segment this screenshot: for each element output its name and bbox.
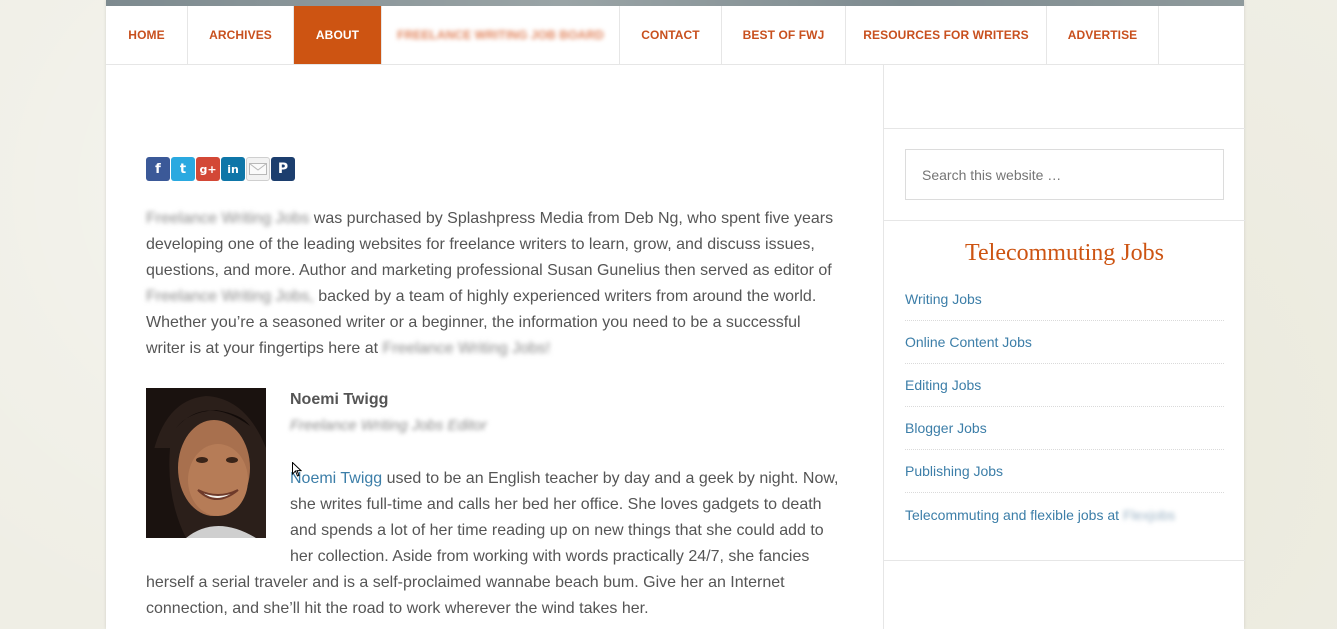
share-buttons: f t g+ in P [146,157,295,181]
facebook-icon[interactable]: f [146,157,170,181]
nav-best-of-fwj[interactable]: BEST OF FWJ [722,6,846,64]
email-icon[interactable] [246,157,270,181]
job-link-blogger[interactable]: Blogger Jobs [905,407,1224,450]
site-name-blurred: Freelance Writing Jobs [146,210,310,227]
job-link-publishing[interactable]: Publishing Jobs [905,450,1224,493]
search-input[interactable] [905,149,1224,200]
nav-contact[interactable]: CONTACT [620,6,722,64]
sidebar-divider [884,220,1245,221]
primary-nav: HOME ARCHIVES ABOUT FREELANCE WRITING JO… [106,6,1244,65]
intro-paragraph: Freelance Writing Jobs was purchased by … [146,206,843,362]
sidebar-divider [884,560,1245,561]
author-profile-link[interactable]: Noemi Twigg [290,470,382,487]
linkedin-icon[interactable]: in [221,157,245,181]
flexjobs-blurred: Flexjobs [1123,506,1176,523]
site-container: HOME ARCHIVES ABOUT FREELANCE WRITING JO… [106,0,1245,629]
site-name-blurred: Freelance Writing Jobs, [146,288,314,305]
telecommuting-jobs-list: Writing Jobs Online Content Jobs Editing… [905,278,1224,536]
twitter-icon[interactable]: t [171,157,195,181]
nav-freelance-job-board[interactable]: FREELANCE WRITING JOB BOARD [382,6,620,64]
nav-home[interactable]: HOME [106,6,188,64]
author-name: Noemi Twigg [290,391,389,408]
nav-archives[interactable]: ARCHIVES [188,6,294,64]
sidebar-divider [884,128,1245,129]
envelope-glyph [249,163,267,175]
widget-title: Telecommuting Jobs [965,240,1164,266]
nav-about[interactable]: ABOUT [294,6,382,64]
bio-wrap-spacer [146,466,290,562]
site-name-blurred: Freelance Writing Jobs! [382,340,551,357]
nav-advertise[interactable]: ADVERTISE [1047,6,1159,64]
author-bio: Noemi Twigg used to be an English teache… [146,466,843,622]
pocket-icon[interactable]: P [271,157,295,181]
nav-resources-for-writers[interactable]: RESOURCES FOR WRITERS [846,6,1047,64]
job-link-online-content[interactable]: Online Content Jobs [905,321,1224,364]
author-role: Freelance Writing Jobs Editor [290,417,487,434]
job-link-writing[interactable]: Writing Jobs [905,278,1224,321]
google-plus-icon[interactable]: g+ [196,157,220,181]
job-link-editing[interactable]: Editing Jobs [905,364,1224,407]
sidebar: Telecommuting Jobs Writing Jobs Online C… [883,64,1245,629]
job-link-telecommuting-flexible[interactable]: Telecommuting and flexible jobs at Flexj… [905,493,1224,536]
cursor-arrow-icon [292,462,302,477]
